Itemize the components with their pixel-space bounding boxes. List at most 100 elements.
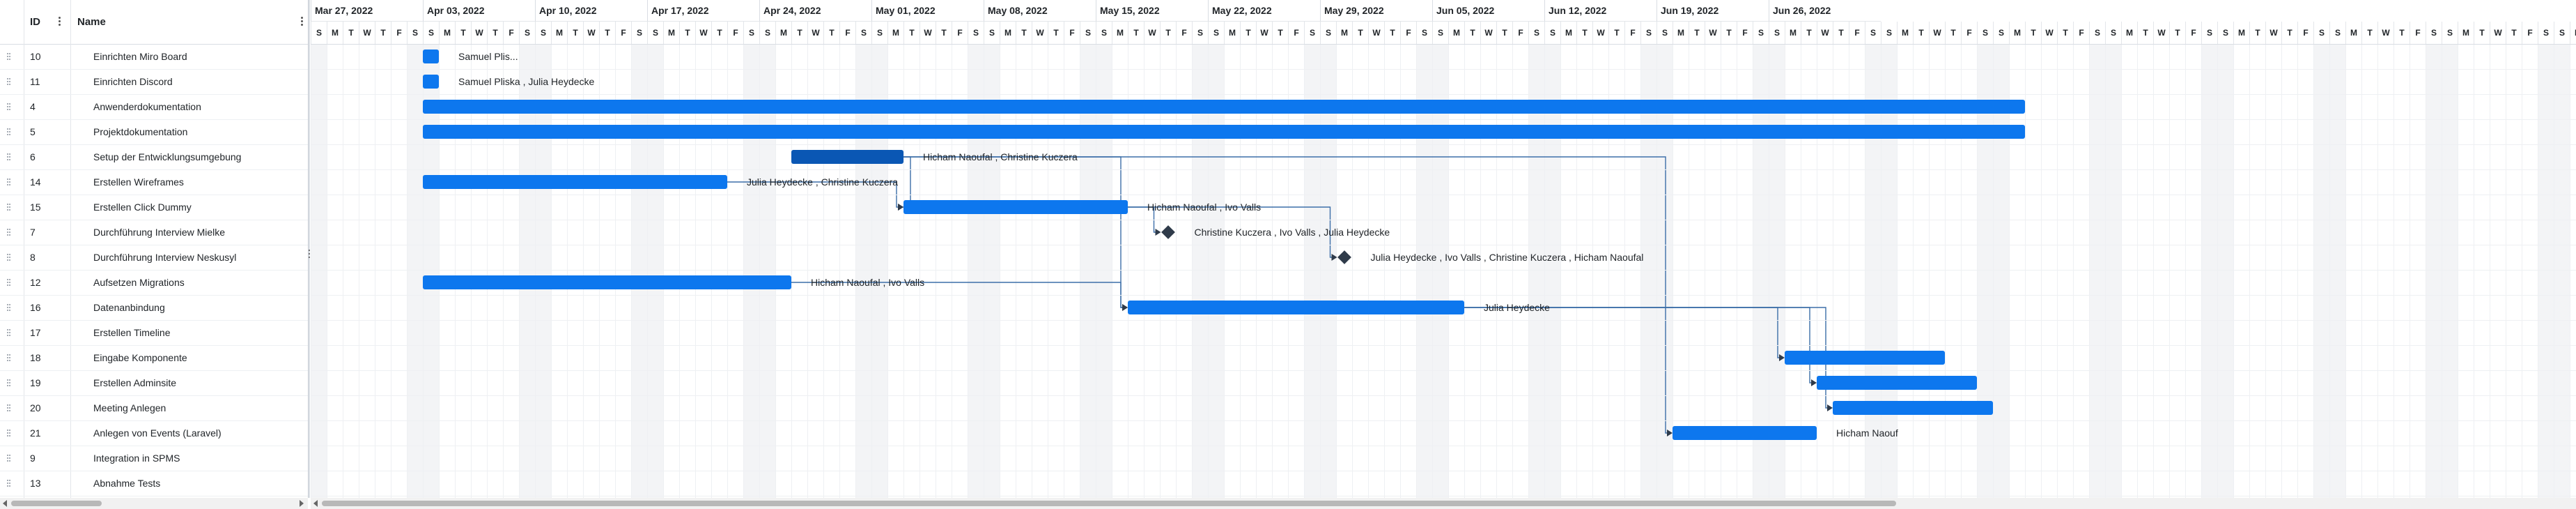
drag-handle-icon[interactable] [7,77,11,86]
day-header: F [503,22,519,44]
day-header: M [327,22,343,44]
grid-row[interactable]: 19 Erstellen Adminsite [0,370,308,396]
id-column-menu-icon[interactable] [56,15,62,28]
day-header: T [711,22,727,44]
day-header: T [1913,22,1929,44]
drag-handle-icon[interactable] [7,102,11,112]
timeline-row [311,69,2576,95]
drag-handle-icon[interactable] [7,478,11,488]
grid-row[interactable]: 6 Setup der Entwicklungsumgebung [0,144,308,170]
task-bar[interactable] [423,125,2025,139]
grid-scrollbar-thumb[interactable] [11,501,102,506]
task-bar[interactable] [1817,376,1977,390]
grid-row[interactable]: 16 Datenanbindung [0,295,308,321]
grid-row[interactable]: 18 Eingabe Komponente [0,345,308,371]
scroll-right-icon[interactable] [300,500,304,507]
grid-row[interactable]: 20 Meeting Anlegen [0,395,308,421]
grid-row[interactable]: 11 Einrichten Discord [0,69,308,95]
grid-row[interactable]: 7 Durchführung Interview Mielke [0,220,308,245]
day-header: T [1496,22,1512,44]
grid-row[interactable]: 8 Durchführung Interview Neskusyl [0,245,308,271]
grid-row[interactable]: 4 Anwenderdokumentation [0,94,308,120]
task-bar[interactable] [423,50,439,63]
timeline-scrollbar-thumb[interactable] [322,501,1896,506]
drag-handle-icon[interactable] [7,52,11,61]
day-header: T [679,22,695,44]
day-header: M [1897,22,1913,44]
drag-handle-icon[interactable] [7,353,11,363]
grid-row[interactable]: 12 Aufsetzen Migrations [0,270,308,296]
task-bar[interactable] [423,75,439,89]
drag-handle-icon[interactable] [7,177,11,187]
task-bar[interactable] [423,100,2025,114]
grid-row[interactable]: 15 Erstellen Click Dummy [0,195,308,220]
grid-row[interactable]: 17 Erstellen Timeline [0,320,308,346]
week-header: Apr 03, 2022 [423,0,535,22]
task-bar[interactable] [423,175,727,189]
drag-handle-icon[interactable] [7,403,11,413]
grid-row[interactable]: 14 Erstellen Wireframes [0,169,308,195]
name-column-menu-icon[interactable] [299,15,304,28]
drag-handle-icon[interactable] [7,453,11,463]
day-header: W [1592,22,1608,44]
task-bar[interactable] [1785,351,1945,365]
day-header: S [743,22,759,44]
day-header: S [2329,22,2345,44]
drag-handle-icon[interactable] [7,328,11,337]
grid-row[interactable]: 9 Integration in SPMS [0,446,308,471]
day-header: M [1448,22,1464,44]
day-header: T [2474,22,2490,44]
day-header: W [2153,22,2169,44]
grid-horizontal-scrollbar[interactable] [0,498,308,509]
task-id: 18 [30,352,41,363]
grid-row[interactable]: 10 Einrichten Miro Board [0,44,308,70]
day-header: W [1705,22,1721,44]
drag-handle-icon[interactable] [7,252,11,262]
day-header: T [2281,22,2297,44]
task-bar[interactable] [1128,301,1464,314]
drag-handle-icon[interactable] [7,278,11,287]
day-header: T [823,22,839,44]
drag-handle-icon[interactable] [7,303,11,312]
day-header: W [2265,22,2281,44]
drag-handle-icon[interactable] [7,428,11,438]
task-id: 12 [30,277,41,288]
day-header: S [871,22,887,44]
day-header: T [791,22,807,44]
task-bar[interactable] [903,200,1128,214]
drag-handle-icon[interactable] [7,378,11,388]
day-header: T [903,22,920,44]
day-header: M [2233,22,2249,44]
day-header: T [2169,22,2185,44]
day-header: S [759,22,775,44]
task-name: Erstellen Adminsite [93,377,177,388]
timeline-horizontal-scrollbar[interactable] [311,498,2576,509]
day-header: M [1000,22,1016,44]
day-header: S [1432,22,1448,44]
grid-row[interactable]: 13 Abnahme Tests [0,471,308,496]
task-bar[interactable] [791,150,903,164]
task-bar[interactable] [1833,401,1993,415]
week-header: Jun 05, 2022 [1432,0,1544,22]
day-header: F [1849,22,1865,44]
task-bar[interactable] [1673,426,1817,440]
day-header: S [2554,22,2570,44]
task-bar[interactable] [423,275,791,289]
day-header: S [1192,22,1208,44]
drag-handle-icon[interactable] [7,127,11,137]
column-header-id[interactable]: ID [30,0,40,44]
day-header: T [1464,22,1480,44]
day-header: S [2538,22,2554,44]
grid-row[interactable]: 5 Projektdokumentation [0,119,308,145]
grid-row[interactable]: 21 Anlegen von Events (Laravel) [0,420,308,446]
day-header: T [2393,22,2410,44]
column-header-name[interactable]: Name [77,0,106,44]
day-header: S [1416,22,1432,44]
task-name: Anwenderdokumentation [93,101,201,112]
drag-handle-icon[interactable] [7,152,11,162]
drag-handle-icon[interactable] [7,227,11,237]
drag-handle-icon[interactable] [7,202,11,212]
scroll-left-icon[interactable] [3,500,7,507]
scroll-left-icon[interactable] [313,500,318,507]
day-header: S [647,22,663,44]
